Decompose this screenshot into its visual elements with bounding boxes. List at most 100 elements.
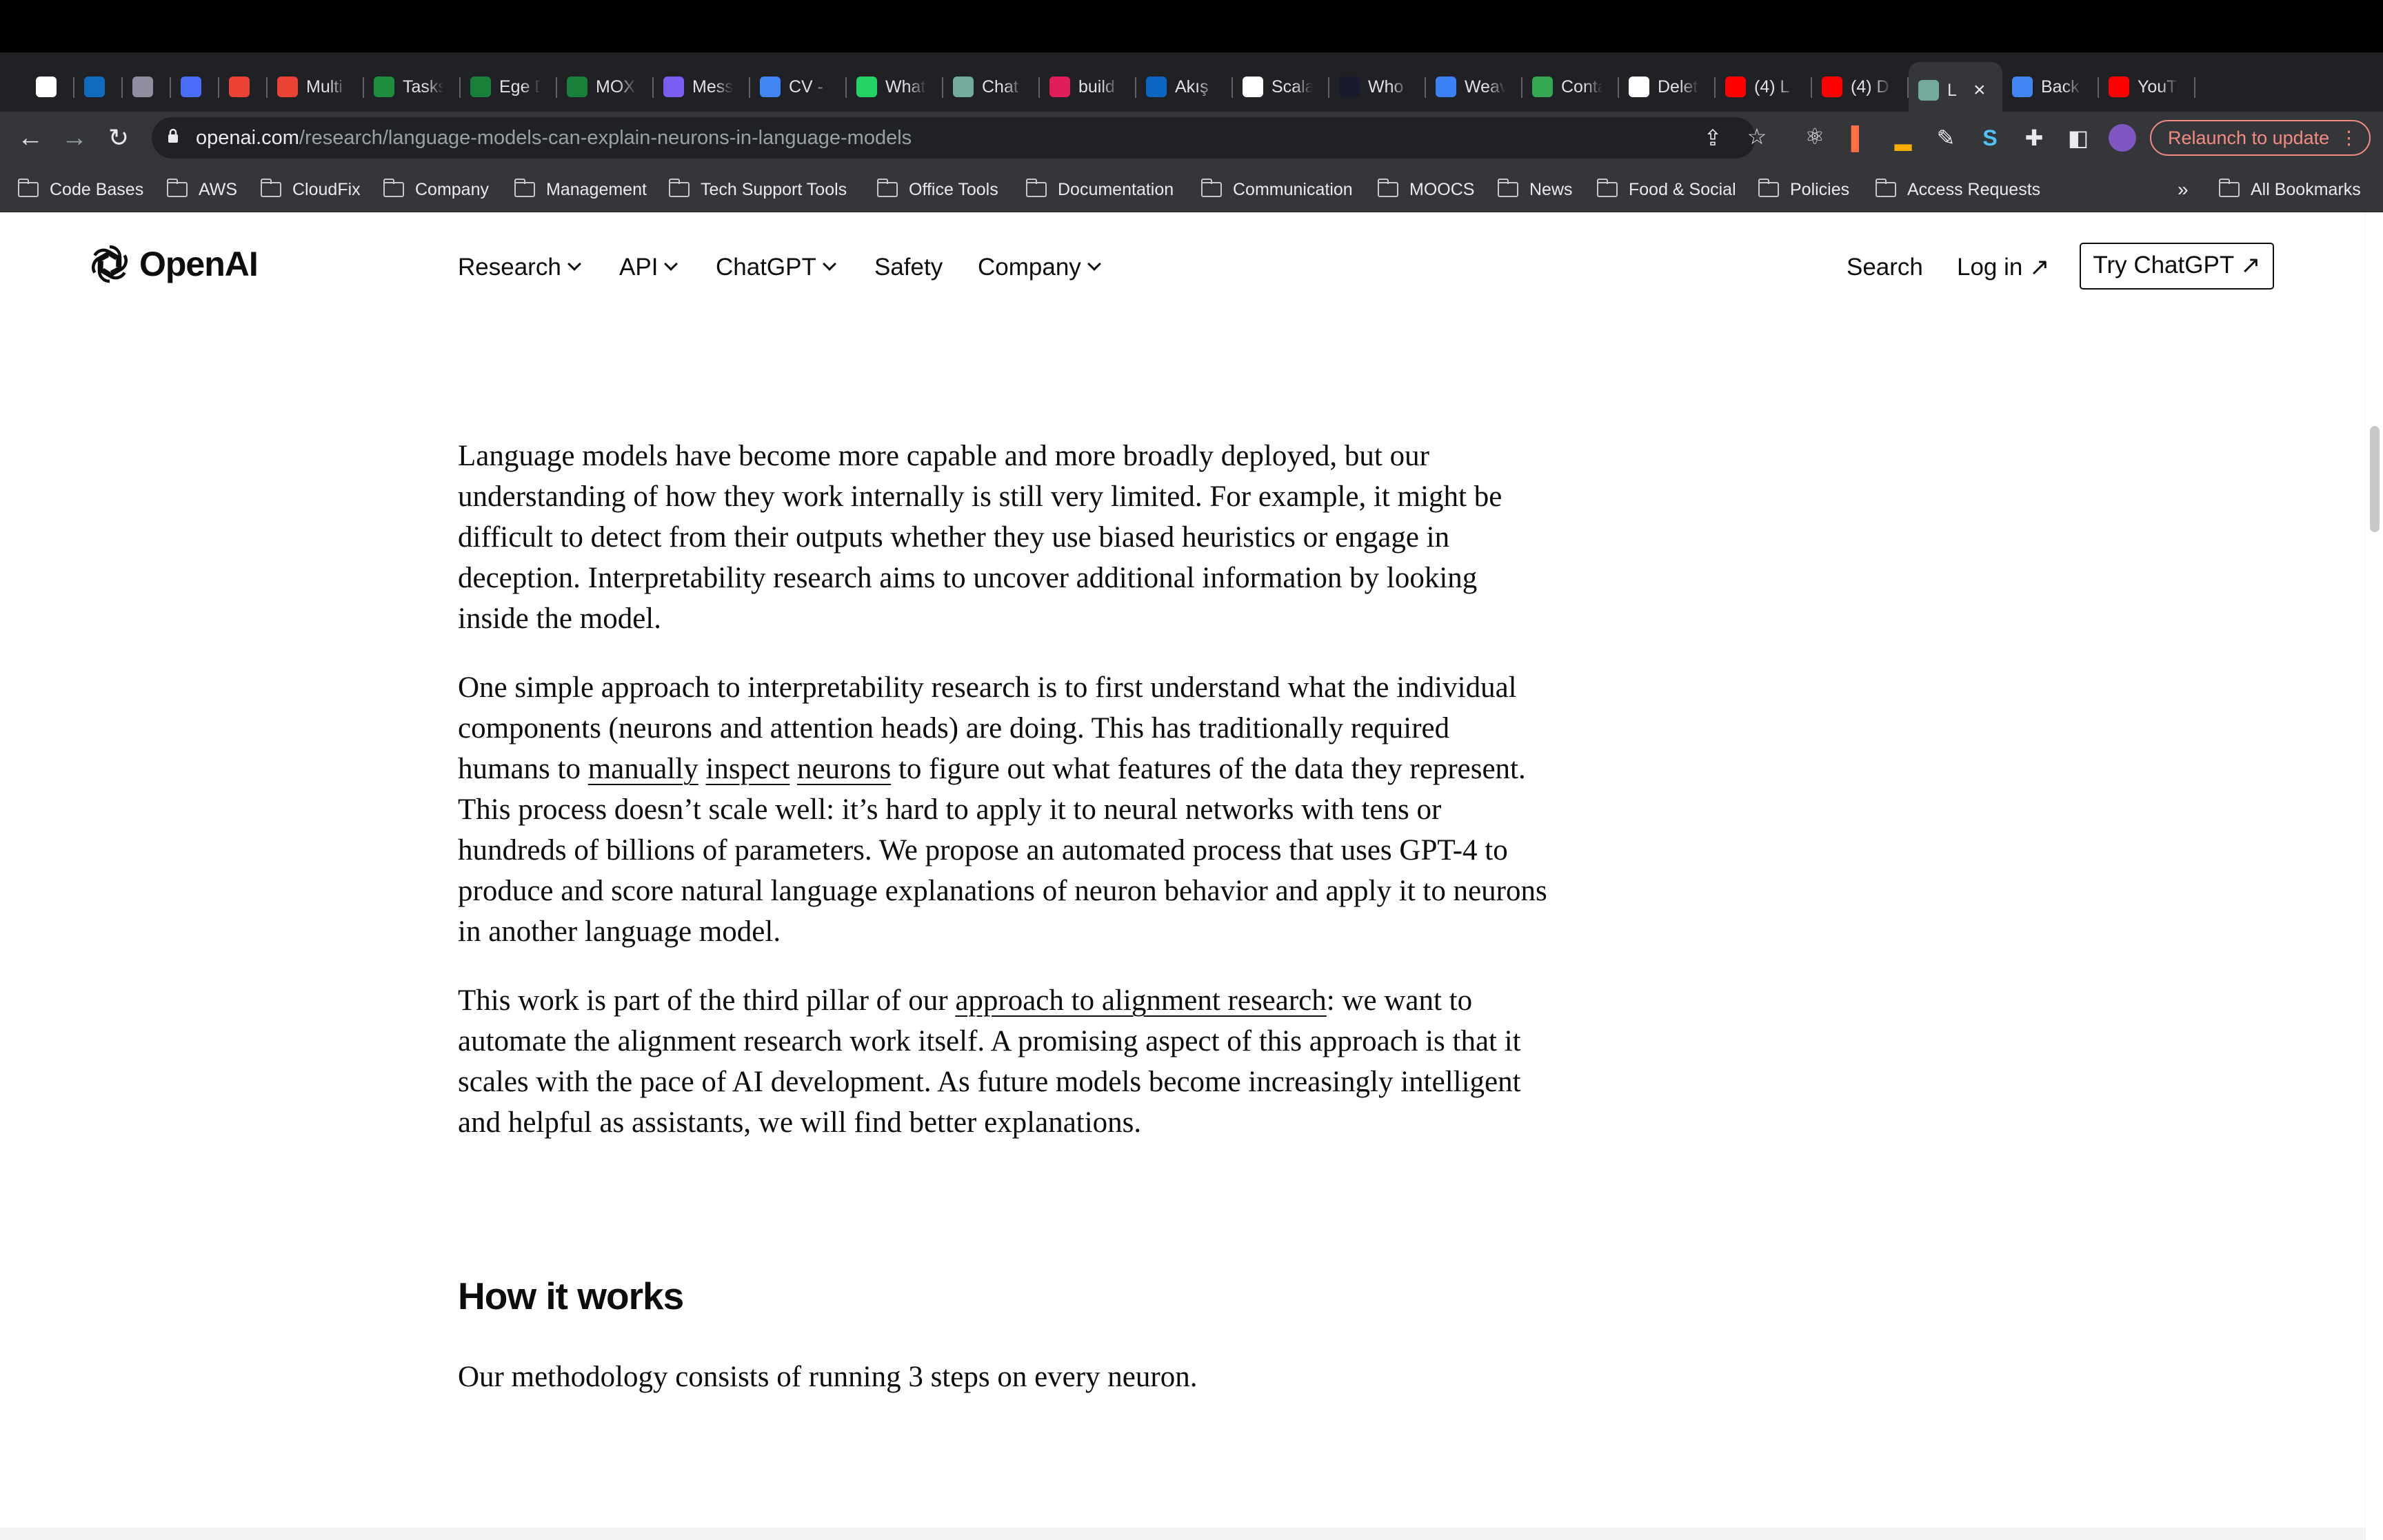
extensions-puzzle-icon[interactable]: ✚: [2020, 124, 2048, 152]
tab-title: Mess: [692, 77, 734, 97]
bookmark-label: Office Tools: [909, 179, 998, 199]
bookmark-folder[interactable]: News: [1497, 178, 1573, 201]
browser-tab[interactable]: Chat: [943, 62, 1040, 112]
bookmark-star-icon[interactable]: ☆: [1743, 123, 1771, 150]
browser-tab[interactable]: [26, 62, 74, 112]
bookmark-folder[interactable]: Code Bases: [17, 178, 144, 201]
tab-title: Chat: [982, 77, 1018, 97]
bookmark-folder[interactable]: Food & Social: [1596, 178, 1736, 201]
outlook-icon: [84, 77, 105, 97]
url-text[interactable]: openai.com/research/language-models-can-…: [196, 127, 912, 150]
browser-tab[interactable]: Back: [2002, 62, 2099, 112]
browser-tab[interactable]: [171, 62, 219, 112]
nav-safety[interactable]: Safety: [874, 254, 943, 281]
close-tab-icon[interactable]: ×: [1973, 79, 1986, 102]
browser-tab[interactable]: Who: [1329, 62, 1426, 112]
url-path: /research/language-models-can-explain-ne…: [299, 127, 912, 149]
browser-tab[interactable]: Tasks: [364, 62, 461, 112]
nav-research[interactable]: Research: [458, 254, 581, 281]
nav-api[interactable]: API: [619, 254, 678, 281]
bookmark-folder[interactable]: Office Tools: [876, 178, 998, 201]
browser-tab[interactable]: Akış: [1136, 62, 1233, 112]
tab-title: (4) D: [1851, 77, 1889, 97]
bookmark-label: Company: [415, 179, 489, 199]
browser-tab[interactable]: What: [847, 62, 943, 112]
bookmarks-overflow-chevron[interactable]: »: [2178, 178, 2189, 201]
bookmark-folder[interactable]: Management: [514, 178, 647, 201]
browser-tab[interactable]: [123, 62, 171, 112]
neurons-link[interactable]: neurons: [797, 753, 891, 785]
try-chatgpt-button[interactable]: Try ChatGPT ↗: [2080, 243, 2274, 290]
openai-logo-link[interactable]: OpenAI: [88, 243, 259, 285]
page-scrollbar[interactable]: [2365, 212, 2383, 1540]
docs-icon: [760, 77, 781, 97]
share-icon[interactable]: ⇪: [1699, 124, 1727, 152]
browser-tab[interactable]: Scala: [1233, 62, 1329, 112]
reload-icon[interactable]: ↻: [102, 121, 135, 154]
browser-tab[interactable]: Ege D: [461, 62, 557, 112]
browser-tab[interactable]: build: [1040, 62, 1136, 112]
relaunch-button[interactable]: Relaunch to update ⋮: [2150, 120, 2371, 156]
browser-tab[interactable]: Mess: [654, 62, 750, 112]
bookmark-label: Code Bases: [50, 179, 144, 199]
extension-s-icon[interactable]: S: [1976, 124, 2004, 152]
browser-tab[interactable]: CV -: [750, 62, 847, 112]
browser-tab[interactable]: Multi: [268, 62, 364, 112]
nav-chatgpt[interactable]: ChatGPT: [716, 254, 836, 281]
nav-company[interactable]: Company: [978, 254, 1101, 281]
forward-arrow-icon[interactable]: →: [58, 121, 91, 154]
medium-icon: [1243, 77, 1263, 97]
profile-avatar[interactable]: [2109, 124, 2136, 152]
bookmark-folder[interactable]: Communication: [1200, 178, 1353, 201]
back-arrow-icon[interactable]: ←: [14, 121, 47, 154]
login-link[interactable]: Log in ↗: [1957, 254, 2049, 281]
browser-tab[interactable]: YouTu: [2099, 62, 2195, 112]
all-bookmarks-folder[interactable]: All Bookmarks: [2218, 178, 2361, 201]
linkedin-icon: [1146, 77, 1167, 97]
gmail-icon: [229, 77, 250, 97]
extension-orange-icon[interactable]: ▌: [1845, 124, 1873, 152]
folder-icon: [1377, 179, 1398, 197]
browser-tab[interactable]: [219, 62, 268, 112]
methodology-paragraph: Our methodology consists of running 3 st…: [458, 1361, 1198, 1393]
chevron-down-icon: [1087, 257, 1101, 271]
eyedropper-icon[interactable]: ✎: [1932, 124, 1960, 152]
bookmark-folder[interactable]: Documentation: [1025, 178, 1174, 201]
extension-dark-icon[interactable]: ▂: [1889, 124, 1917, 152]
green-dot-icon: [1532, 77, 1553, 97]
more-menu-icon[interactable]: ⋮: [2340, 121, 2358, 154]
alignment-text-before: This work is part of the third pillar of…: [458, 984, 956, 1017]
tab-title: YouTu: [2138, 77, 2179, 97]
browser-tab[interactable]: Conta: [1522, 62, 1619, 112]
bookmark-folder[interactable]: MOOCS: [1377, 178, 1474, 201]
section-heading: How it works: [458, 1275, 684, 1317]
alignment-research-link[interactable]: approach to alignment research: [955, 984, 1326, 1017]
browser-tab[interactable]: L ×: [1909, 62, 2002, 119]
scrollbar-thumb[interactable]: [2370, 426, 2380, 532]
intro-paragraph: Language models have become more capable…: [458, 440, 1502, 635]
bookmark-folder[interactable]: Company: [383, 178, 489, 201]
lock-icon[interactable]: [167, 128, 179, 143]
address-bar[interactable]: openai.com/research/language-models-can-…: [152, 117, 1767, 159]
browser-tab[interactable]: (4) D: [1812, 62, 1909, 112]
inspect-link[interactable]: inspect: [705, 753, 790, 785]
browser-tab[interactable]: Delet: [1619, 62, 1716, 112]
manually-link[interactable]: manually: [588, 753, 698, 785]
search-link[interactable]: Search: [1847, 254, 1923, 281]
browser-tab[interactable]: Weav: [1426, 62, 1522, 112]
bookmark-folder[interactable]: Policies: [1758, 178, 1849, 201]
apps-grid-icon: [36, 77, 57, 97]
bookmark-folder[interactable]: CloudFix: [260, 178, 361, 201]
browser-tab[interactable]: [74, 62, 123, 112]
browser-tab[interactable]: (4) L: [1716, 62, 1812, 112]
github-icon: [1629, 77, 1649, 97]
logo-text: OpenAI: [139, 245, 259, 283]
side-panel-icon[interactable]: ◧: [2064, 124, 2092, 152]
tab-title: CV -: [789, 77, 823, 97]
bookmark-folder[interactable]: Access Requests: [1875, 178, 2040, 201]
browser-tab[interactable]: MOX: [557, 62, 654, 112]
bookmark-folder[interactable]: Tech Support Tools: [668, 178, 847, 201]
bookmark-folder[interactable]: AWS: [166, 178, 237, 201]
folder-icon: [1497, 179, 1518, 197]
react-devtools-icon[interactable]: ⚛: [1801, 123, 1829, 150]
